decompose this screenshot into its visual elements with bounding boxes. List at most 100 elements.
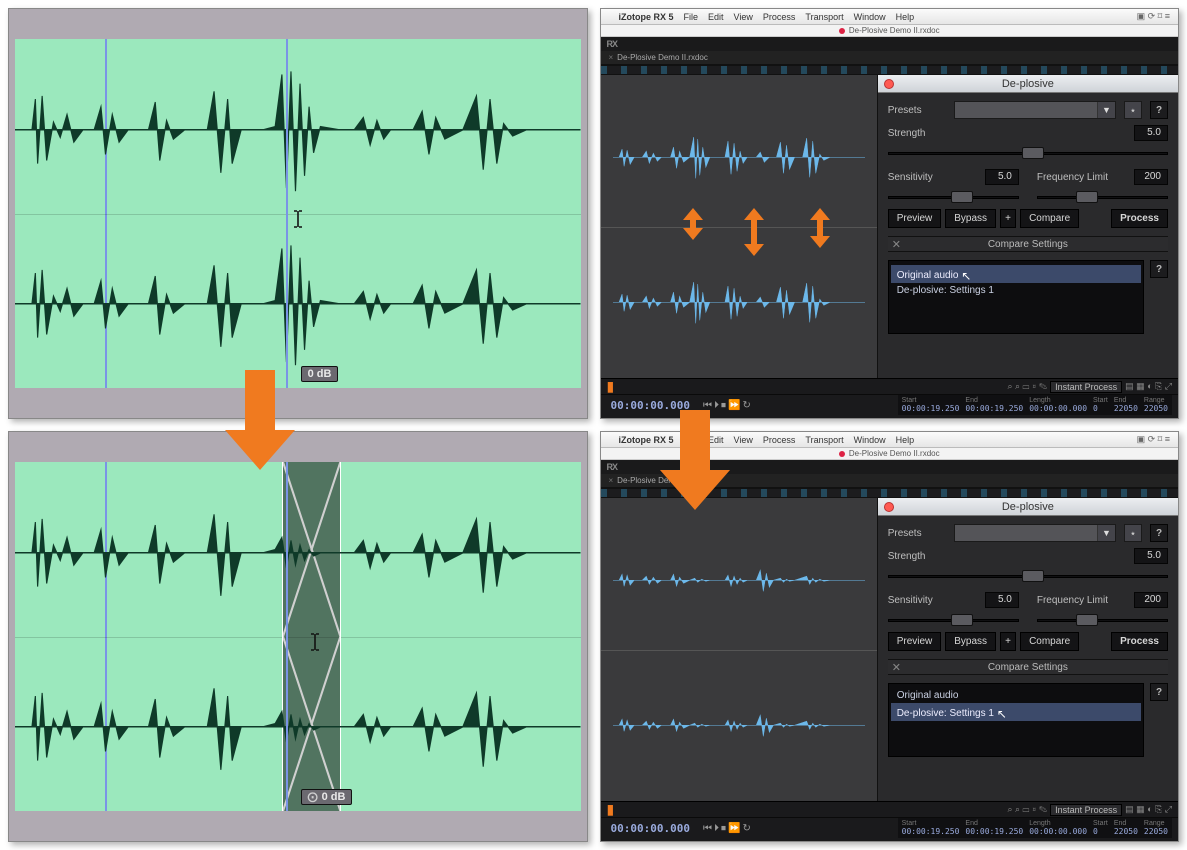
view-tools-icon[interactable]: ▤ ▦ ◐ ⎘ ⤢ (1125, 381, 1172, 392)
transport-buttons[interactable]: ⏮⏵⏹⏩↻ (702, 400, 752, 411)
mac-app-name[interactable]: iZotope RX 5 (619, 435, 674, 445)
view-tools-icon[interactable]: ▤ ▦ ◐ ⎘ ⤢ (1125, 804, 1172, 815)
sensitivity-slider[interactable] (888, 191, 1019, 203)
rx-time-ruler[interactable] (601, 65, 1179, 75)
freq-limit-slider[interactable] (1037, 614, 1168, 626)
module-title: De-plosive (1002, 501, 1054, 513)
zoom-tools-icon[interactable]: ⌕ ⌕ ▭ ⌑ ✎ (1007, 381, 1047, 392)
transport-buttons[interactable]: ⏮⏵⏹⏩↻ (702, 823, 752, 834)
menu-process[interactable]: Process (763, 12, 796, 22)
mac-menubar[interactable]: iZotope RX 5 File Edit View Process Tran… (601, 9, 1179, 25)
compare-item-settings1[interactable]: De-plosive: Settings 1 (891, 283, 1141, 298)
mac-menubar[interactable]: iZotope RX 5 File Edit View Process Tran… (601, 432, 1179, 448)
mac-doc-title: De-Plosive Demo II.rxdoc (849, 449, 940, 458)
menu-process[interactable]: Process (763, 435, 796, 445)
rx-waveform-view[interactable] (601, 498, 878, 801)
menu-help[interactable]: Help (896, 12, 915, 22)
preset-prev-button[interactable]: ⋆ (1124, 524, 1142, 542)
chevron-down-icon[interactable]: ▼ (1097, 102, 1115, 118)
module-titlebar[interactable]: De-plosive (878, 498, 1178, 516)
compare-help-button[interactable]: ? (1150, 260, 1168, 278)
menu-file[interactable]: File (684, 12, 699, 22)
compare-help-button[interactable]: ? (1150, 683, 1168, 701)
rx-time-ruler[interactable] (601, 488, 1179, 498)
menu-edit[interactable]: Edit (708, 12, 724, 22)
rx-tool-row[interactable]: ▮ ⌕ ⌕ ▭ ⌑ ✎ Instant Process ▤ ▦ ◐ ⎘ ⤢ (601, 379, 1179, 395)
rx-logo-icon: RX (607, 39, 618, 49)
menu-view[interactable]: View (734, 12, 753, 22)
strength-value[interactable]: 5.0 (1134, 125, 1168, 141)
presets-dropdown[interactable]: ▼ (954, 524, 1116, 542)
rx-tool-row[interactable]: ▮ ⌕ ⌕ ▭ ⌑ ✎ Instant Process ▤ ▦ ◐ ⎘ ⤢ (601, 802, 1179, 818)
window-close-icon[interactable] (884, 79, 894, 89)
compare-item-original[interactable]: Original audio (891, 688, 1141, 703)
marker-icon[interactable]: ▮ (607, 801, 615, 818)
daw-before-clip[interactable]: 0 dB (15, 39, 581, 388)
compare-button[interactable]: Compare (1020, 209, 1079, 228)
freq-limit-value[interactable]: 200 (1134, 169, 1168, 185)
menu-window[interactable]: Window (854, 12, 886, 22)
gain-badge[interactable]: ⨀ 0 dB (301, 789, 353, 805)
rx-waveform-ch2 (613, 277, 865, 327)
menu-help[interactable]: Help (896, 435, 915, 445)
rx-after-panel: iZotope RX 5 File Edit View Process Tran… (600, 431, 1180, 842)
strength-value[interactable]: 5.0 (1134, 548, 1168, 564)
help-button[interactable]: ? (1150, 524, 1168, 542)
daw-after-clip[interactable]: ⨀ 0 dB (15, 462, 581, 811)
sensitivity-slider[interactable] (888, 614, 1019, 626)
compare-item-settings1[interactable]: De-plosive: Settings 1 ↖ (891, 703, 1141, 721)
mac-app-name[interactable]: iZotope RX 5 (619, 12, 674, 22)
process-button[interactable]: Process (1111, 209, 1168, 228)
rx-file-tab[interactable]: × De-Plosive Demo II.rxdoc (601, 51, 1179, 65)
bypass-button[interactable]: Bypass (945, 632, 996, 651)
compare-list[interactable]: Original audio De-plosive: Settings 1 ↖ (888, 683, 1144, 757)
mac-titlebar: De-Plosive Demo II.rxdoc (601, 448, 1179, 460)
menu-view[interactable]: View (734, 435, 753, 445)
preset-prev-button[interactable]: ⋆ (1124, 101, 1142, 119)
preview-button[interactable]: Preview (888, 209, 942, 228)
menu-window[interactable]: Window (854, 435, 886, 445)
compare-header: ✕ Compare Settings (888, 659, 1168, 675)
rx-transport[interactable]: 00:00:00.000 ⏮⏵⏹⏩↻ Start00:00:19.250 End… (601, 395, 1179, 415)
strength-label: Strength (888, 128, 946, 139)
process-button[interactable]: Process (1111, 632, 1168, 651)
gain-badge[interactable]: 0 dB (301, 366, 339, 382)
sensitivity-value[interactable]: 5.0 (985, 592, 1019, 608)
chevron-down-icon[interactable]: ▼ (1097, 525, 1115, 541)
freq-limit-value[interactable]: 200 (1134, 592, 1168, 608)
add-setting-button[interactable]: + (1000, 209, 1016, 228)
window-close-icon[interactable] (884, 502, 894, 512)
tab-close-icon[interactable]: × (609, 476, 614, 485)
rx-file-tab[interactable]: × De-Plosive Demo II.rxdoc (601, 474, 1179, 488)
menu-file[interactable]: File (684, 435, 699, 445)
instant-process-button[interactable]: Instant Process (1050, 381, 1122, 393)
freq-limit-slider[interactable] (1037, 191, 1168, 203)
sensitivity-value[interactable]: 5.0 (985, 169, 1019, 185)
zoom-tools-icon[interactable]: ⌕ ⌕ ▭ ⌑ ✎ (1007, 804, 1047, 815)
compare-close-icon[interactable]: ✕ (892, 238, 901, 251)
preview-button[interactable]: Preview (888, 632, 942, 651)
rx-waveform-view[interactable] (601, 75, 878, 378)
instant-process-button[interactable]: Instant Process (1050, 804, 1122, 816)
presets-dropdown[interactable]: ▼ (954, 101, 1116, 119)
strength-slider[interactable] (888, 570, 1168, 582)
compare-item-original[interactable]: Original audio ↖ (891, 265, 1141, 283)
help-button[interactable]: ? (1150, 101, 1168, 119)
marker-icon[interactable]: ▮ (607, 378, 615, 395)
add-setting-button[interactable]: + (1000, 632, 1016, 651)
tab-close-icon[interactable]: × (609, 53, 614, 62)
compare-close-icon[interactable]: ✕ (892, 661, 901, 674)
strength-slider[interactable] (888, 147, 1168, 159)
strength-label: Strength (888, 551, 946, 562)
menu-transport[interactable]: Transport (805, 435, 843, 445)
freq-limit-label: Frequency Limit (1037, 595, 1108, 606)
bypass-button[interactable]: Bypass (945, 209, 996, 228)
compare-list[interactable]: Original audio ↖ De-plosive: Settings 1 (888, 260, 1144, 334)
menu-transport[interactable]: Transport (805, 12, 843, 22)
mac-status-icons: ▣ ⟳ ⌑ ≡ (1137, 11, 1170, 22)
module-titlebar[interactable]: De-plosive (878, 75, 1178, 93)
compare-button[interactable]: Compare (1020, 632, 1079, 651)
rx-transport[interactable]: 00:00:00.000 ⏮⏵⏹⏩↻ Start00:00:19.250 End… (601, 818, 1179, 838)
waveform-ch1 (15, 476, 581, 630)
menu-edit[interactable]: Edit (708, 435, 724, 445)
